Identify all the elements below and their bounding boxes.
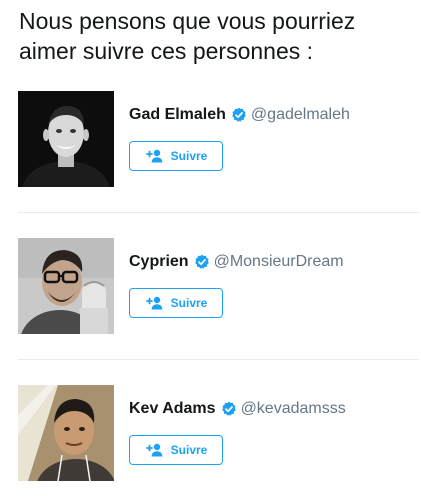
suggestion-card: Cyprien @MonsieurDream Suivre [18, 238, 418, 334]
divider [18, 359, 419, 360]
suggestion-card: Gad Elmaleh @gadelmaleh Suivre [18, 91, 418, 187]
user-handle[interactable]: @kevadamsss [241, 400, 346, 418]
avatar[interactable] [18, 385, 114, 481]
add-user-icon [145, 296, 163, 310]
verified-badge-icon [221, 401, 237, 417]
user-fullname[interactable]: Kev Adams [129, 400, 216, 418]
follow-button[interactable]: Suivre [129, 141, 223, 171]
add-user-icon [145, 443, 163, 457]
name-row: Cyprien @MonsieurDream [129, 252, 344, 272]
suggestion-card: Kev Adams @kevadamsss Suivre [18, 385, 418, 481]
follow-button[interactable]: Suivre [129, 435, 223, 465]
user-handle[interactable]: @MonsieurDream [214, 253, 344, 271]
user-fullname[interactable]: Cyprien [129, 253, 189, 271]
avatar[interactable] [18, 238, 114, 334]
name-row: Gad Elmaleh @gadelmaleh [129, 105, 350, 125]
follow-button-label: Suivre [170, 149, 208, 163]
avatar[interactable] [18, 91, 114, 187]
follow-button-label: Suivre [170, 296, 208, 310]
verified-badge-icon [194, 254, 210, 270]
suggestions-heading: Nous pensons que vous pourriez aimer sui… [19, 8, 356, 64]
user-handle[interactable]: @gadelmaleh [251, 106, 350, 124]
add-user-icon [145, 149, 163, 163]
name-row: Kev Adams @kevadamsss [129, 399, 346, 419]
verified-badge-icon [231, 107, 247, 123]
divider [18, 212, 419, 213]
follow-button-label: Suivre [170, 443, 208, 457]
user-fullname[interactable]: Gad Elmaleh [129, 106, 226, 124]
follow-button[interactable]: Suivre [129, 288, 223, 318]
